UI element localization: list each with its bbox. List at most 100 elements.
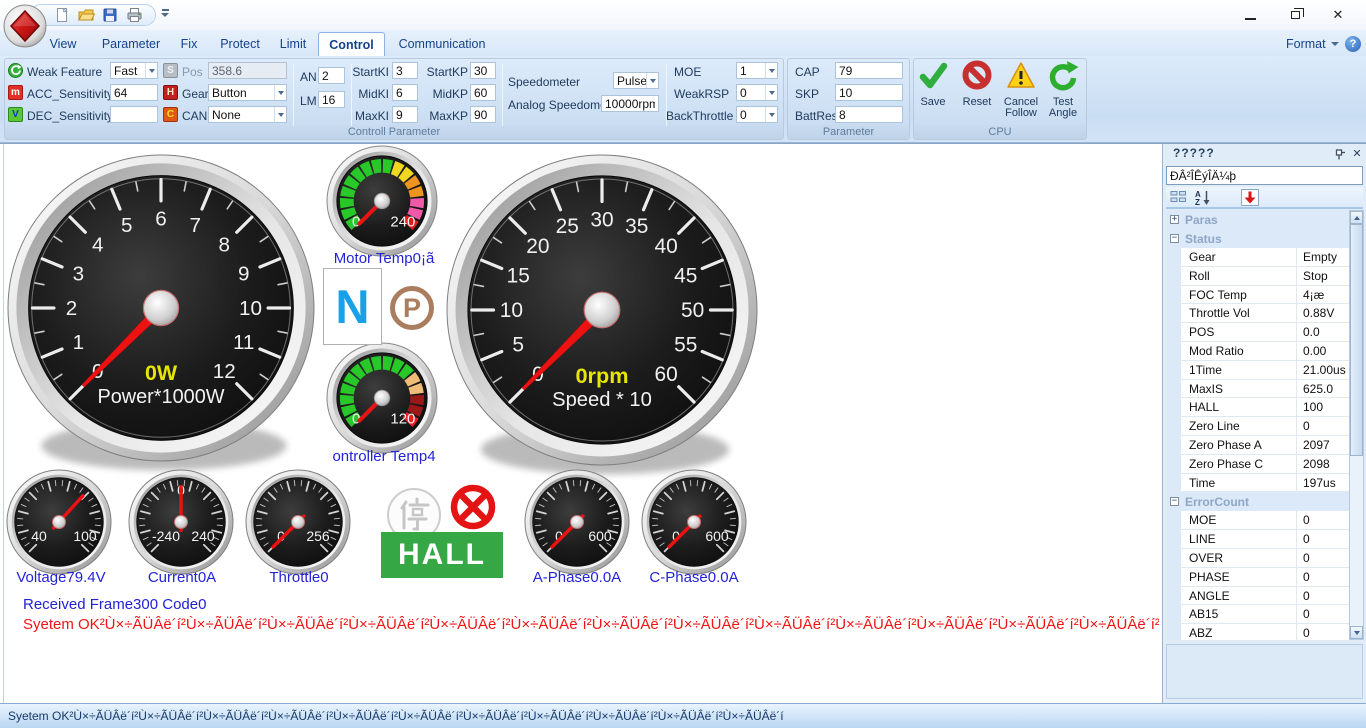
table-row[interactable]: Mod Ratio 0.00 [1167,341,1349,361]
application-menu-button[interactable] [2,2,48,48]
print-icon[interactable] [125,6,143,24]
row-value: 4¡æ [1303,287,1325,302]
cap-input[interactable] [835,62,903,79]
help-icon[interactable]: ? [1345,36,1361,52]
scroll-down-button[interactable] [1350,626,1363,639]
restore-button[interactable] [1281,6,1309,24]
row-name: ABZ [1181,624,1297,640]
table-row[interactable]: ANGLE 0 [1167,586,1349,606]
cancel-follow-button[interactable]: Cancel Follow [998,60,1044,126]
expand-icon[interactable]: + [1170,215,1179,224]
title-bar [0,0,1366,30]
save-file-icon[interactable] [101,6,119,24]
reset-button[interactable]: Reset [954,60,1000,126]
new-document-icon[interactable] [53,6,71,24]
sort-az-icon[interactable]: AZ [1192,188,1212,206]
gear-select[interactable]: Button [208,84,287,101]
table-row[interactable]: PHASE 0 [1167,567,1349,587]
section-header-errorcount[interactable]: − ErrorCount [1167,492,1349,512]
midkp-input[interactable] [470,84,496,101]
parameter-search-input[interactable] [1166,166,1363,185]
weak-feature-select[interactable]: Fast [110,62,158,79]
row-gutter [1167,586,1181,605]
table-row[interactable]: LINE 0 [1167,530,1349,549]
table-row[interactable]: Zero Phase C 2098 [1167,454,1349,474]
table-row[interactable]: ABZ 0 [1167,624,1349,640]
table-row[interactable]: POS 0.0 [1167,323,1349,342]
table-row[interactable]: Throttle Vol 0.88V [1167,304,1349,324]
format-menu[interactable]: Format [1286,35,1339,53]
scroll-up-button[interactable] [1350,211,1363,224]
tab-parameter[interactable]: Parameter [96,32,166,56]
svg-text:0rpm: 0rpm [575,363,628,388]
acc-sensitivity-input[interactable] [110,84,158,101]
collapse-icon[interactable]: − [1170,234,1179,243]
table-row[interactable]: Time 197us [1167,473,1349,493]
panel-scrollbar[interactable] [1349,210,1364,640]
section-header-status[interactable]: − Status [1167,229,1349,248]
maxki-label: MaxKI [354,109,389,123]
tab-communication[interactable]: Communication [385,32,499,56]
maxkp-label: MaxKP [429,109,468,123]
table-row[interactable]: Gear Empty [1167,248,1349,267]
categorize-icon[interactable] [1168,188,1188,206]
tab-limit[interactable]: Limit [268,32,318,56]
row-name: Gear [1181,248,1297,266]
table-row[interactable]: HALL 100 [1167,398,1349,418]
dashboard-client-area: 01234567891011120WPower*1000W05101520253… [3,144,1162,703]
tab-control[interactable]: Control [318,32,385,56]
svg-text:12: 12 [213,360,236,383]
row-value: 2098 [1303,456,1330,471]
speedometer-select[interactable]: Pulse [613,72,659,89]
battres-label: BattRes [795,109,838,123]
table-row[interactable]: 1Time 21.00us [1167,360,1349,380]
property-grid: + Paras − Status Gear Empty Roll Stop FOC Temp 4¡… [1167,210,1349,640]
collapse-icon[interactable]: − [1170,497,1179,507]
close-panel-icon[interactable]: ✕ [1350,146,1364,160]
skp-input[interactable] [835,84,903,101]
table-row[interactable]: Zero Phase A 2097 [1167,435,1349,455]
section-header-paras[interactable]: + Paras [1167,210,1349,229]
table-row[interactable]: MaxIS 625.0 [1167,379,1349,399]
svg-text:35: 35 [625,215,648,238]
open-file-icon[interactable] [77,6,95,24]
chevron-down-icon [765,85,777,100]
table-row[interactable]: OVER 0 [1167,548,1349,568]
table-row[interactable]: AB15 0 [1167,605,1349,625]
can-select[interactable]: None [208,106,287,123]
dec-sensitivity-label: DEC_Sensitivity [27,109,114,123]
table-row[interactable]: MOE 0 [1167,511,1349,531]
row-gutter [1167,435,1181,454]
table-row[interactable]: Zero Line 0 [1167,417,1349,436]
pos-input [208,62,287,79]
moe-select[interactable]: 1 [736,62,778,79]
tab-protect[interactable]: Protect [212,32,268,56]
battres-input[interactable] [835,106,903,123]
table-row[interactable]: Roll Stop [1167,266,1349,286]
backthrottle-select[interactable]: 0 [736,106,778,123]
a-phase-gauge: 0 600 [524,469,630,575]
save-button[interactable]: Save [910,60,956,126]
svg-text:Z: Z [1195,198,1200,206]
system-error-message: Syetem OK²Ù×÷ÃÜÂë´í²Ù×÷ÃÜÂë´í²Ù×÷ÃÜÂë´í²… [23,616,1159,633]
row-value: 2097 [1303,437,1330,452]
table-row[interactable]: FOC Temp 4¡æ [1167,285,1349,305]
pin-icon[interactable] [1333,147,1347,161]
svg-text:5: 5 [512,334,524,357]
minimize-button[interactable] [1236,6,1264,24]
analog-speedometer-input[interactable] [601,95,659,112]
dec-sensitivity-input[interactable] [110,106,158,123]
close-button[interactable]: ✕ [1324,6,1352,24]
maxkp-input[interactable] [470,106,496,123]
cap-label: CAP [795,65,820,79]
import-parameters-icon[interactable] [1240,188,1260,206]
test-angle-button[interactable]: Test Angle [1040,60,1086,126]
weakrsp-select[interactable]: 0 [736,84,778,101]
startkp-input[interactable] [470,62,496,79]
tab-fix[interactable]: Fix [166,32,212,56]
row-name: LINE [1181,530,1297,548]
scrollbar-thumb[interactable] [1350,224,1363,456]
svg-text:5: 5 [121,214,132,237]
row-value: Empty [1303,250,1338,264]
customize-toolbar-button[interactable] [160,7,170,21]
